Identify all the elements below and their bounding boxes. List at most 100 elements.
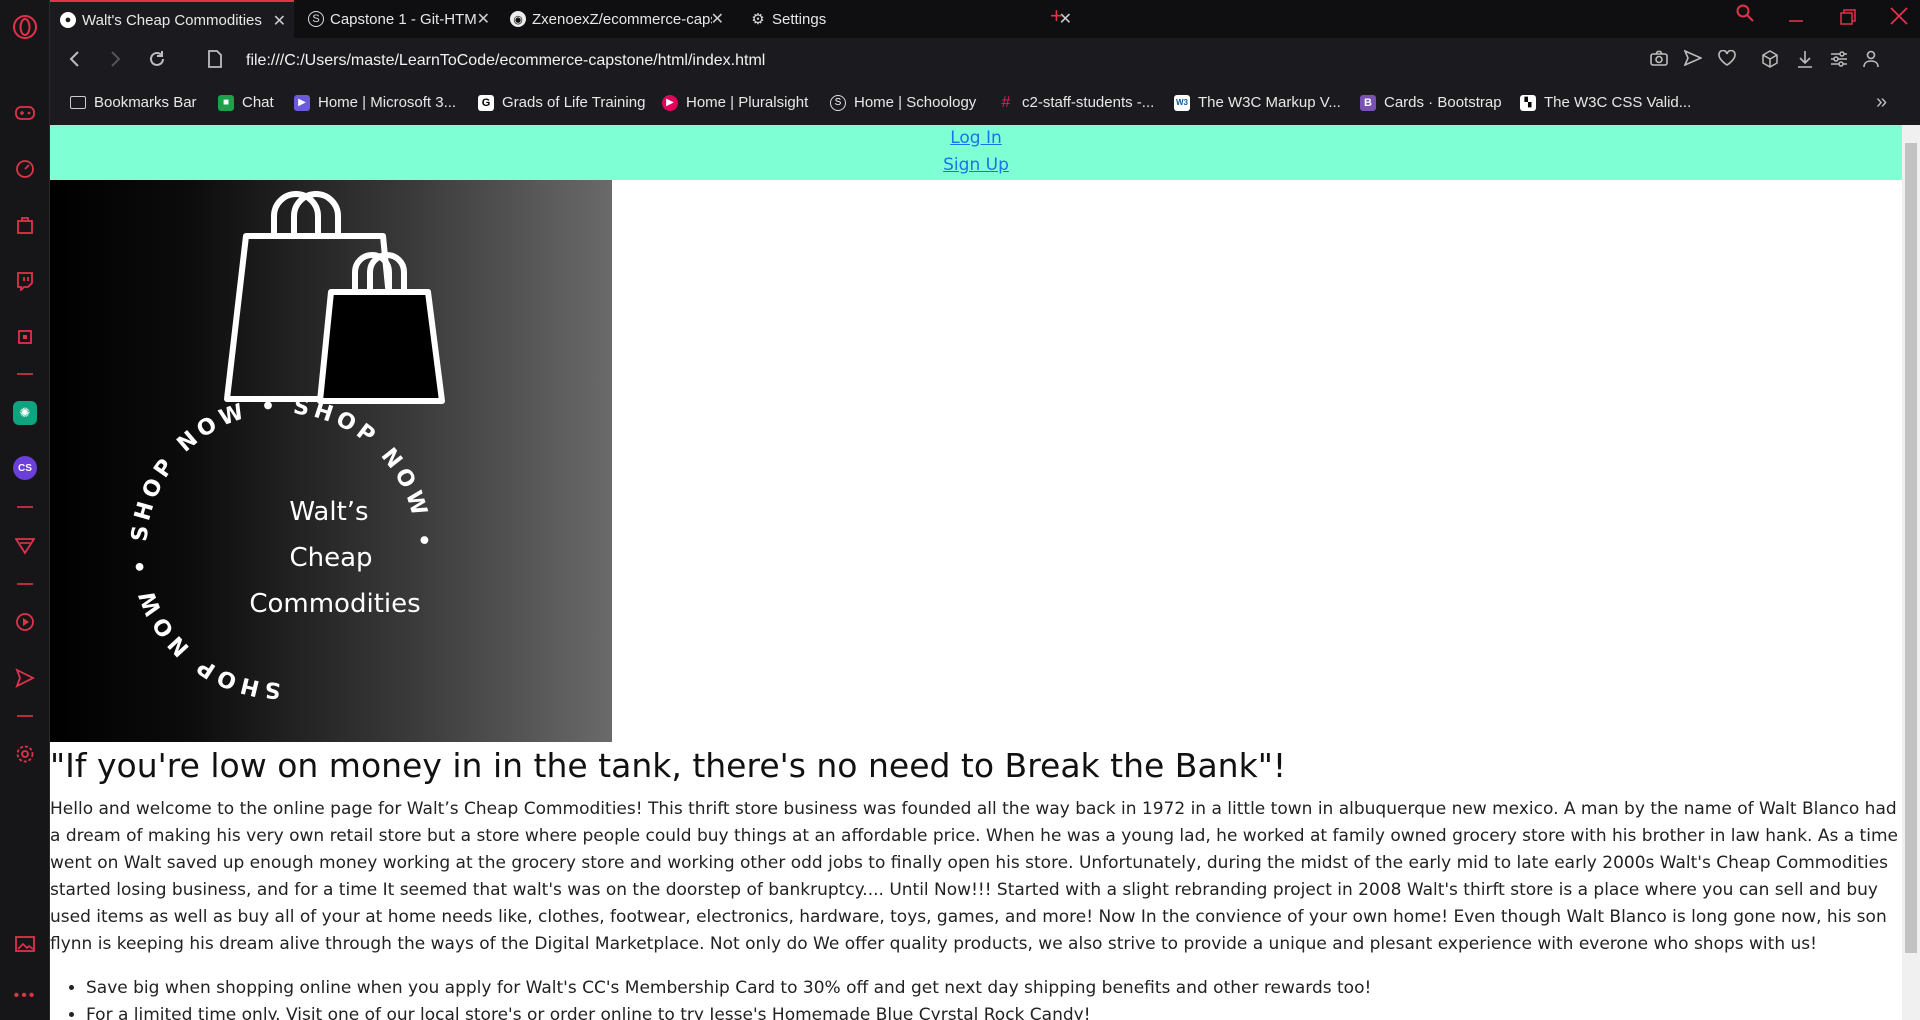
bookmark-label: Grads of Life Training (502, 94, 646, 111)
logo-ring-text: SHOP NOW • SHOP NOW • SHOP NOW • (127, 394, 435, 703)
github-icon: ◉ (510, 11, 526, 27)
sidebar-divider (17, 373, 33, 375)
forward-icon[interactable] (108, 50, 122, 74)
camera-icon[interactable] (1650, 50, 1668, 71)
chatsonic-icon[interactable]: CS (9, 452, 41, 484)
bookmark-schoology[interactable]: S Home | Schoology (830, 94, 976, 111)
bookmarks-overflow-icon[interactable]: » (1876, 91, 1887, 114)
reload-icon[interactable] (148, 50, 166, 74)
signup-link[interactable]: Sign Up (50, 152, 1902, 179)
login-link[interactable]: Log In (50, 125, 1902, 152)
sidebar-divider (17, 506, 33, 508)
tab-settings[interactable]: ⚙ Settings ✕ (740, 0, 1080, 38)
bookmark-label: Home | Pluralsight (686, 94, 809, 111)
gear-icon: ⚙ (751, 11, 765, 28)
logo-line-3: Commodities (249, 589, 420, 619)
bookmark-microsoft[interactable]: ▶ Home | Microsoft 3... (294, 94, 456, 111)
send-icon[interactable] (9, 662, 41, 694)
tab-title: Walt's Cheap Commodities (82, 11, 262, 29)
bookmark-slack[interactable]: # c2-staff-students -... (998, 93, 1155, 112)
bookmark-pluralsight[interactable]: ▶ Home | Pluralsight (662, 94, 808, 111)
scrollbar-thumb[interactable] (1905, 143, 1917, 953)
speedometer-icon[interactable] (9, 153, 41, 185)
w3c-icon: W3 (1174, 94, 1190, 111)
vivaldi-like-icon[interactable] (9, 530, 41, 562)
browser-sidebar: ✺ CS ••• (0, 0, 50, 1020)
restore-icon[interactable] (1840, 8, 1856, 31)
url-field[interactable]: file:///C:/Users/maste/LearnToCode/ecomm… (246, 52, 765, 70)
schoology-icon: S (830, 94, 846, 111)
intro-paragraph: Hello and welcome to the online page for… (50, 799, 1898, 954)
close-icon[interactable]: ✕ (477, 9, 490, 29)
list-item: Save big when shopping online when you a… (86, 975, 1371, 1002)
page-viewport: Log In Sign Up SHOP NOW • SHOP NOW • SHO… (50, 125, 1902, 1020)
globe-icon: ● (60, 12, 76, 28)
sidebar-divider (17, 583, 33, 585)
close-icon[interactable]: ✕ (711, 9, 724, 29)
list-item: For a limited time only. Visit one of ou… (86, 1002, 1371, 1020)
chatgpt-icon[interactable]: ✺ (9, 397, 41, 429)
easy-setup-icon[interactable] (1830, 50, 1848, 73)
logo-line-2: Cheap (289, 543, 372, 573)
new-tab-button[interactable]: + (1050, 3, 1063, 29)
cpu-icon[interactable] (9, 321, 41, 353)
bookmark-label: Home | Microsoft 3... (318, 94, 457, 111)
download-icon[interactable] (1796, 50, 1814, 73)
bookmark-label: Chat (242, 94, 274, 111)
top-nav: Log In Sign Up (50, 125, 1902, 180)
close-icon[interactable]: ✕ (273, 11, 286, 31)
sidebar-divider (17, 715, 33, 717)
page-headline: "If you're low on money in in the tank, … (50, 746, 1287, 785)
twitch-icon[interactable] (9, 265, 41, 297)
g-icon: G (478, 94, 494, 111)
tab-capstone[interactable]: S Capstone 1 - Git-HTML-CSS ✕ (298, 0, 498, 38)
tab-walts-cheap-commodities[interactable]: ● Walt's Cheap Commodities ✕ (50, 0, 294, 38)
tab-bar: ● Walt's Cheap Commodities ✕ S Capstone … (50, 0, 1920, 38)
bookmark-label: c2-staff-students -... (1022, 94, 1155, 111)
bookmarks-bar: Bookmarks Bar ■ Chat ▶ Home | Microsoft … (50, 86, 1920, 121)
opera-logo-icon[interactable] (9, 11, 41, 43)
bookmark-w3c-markup[interactable]: W3 The W3C Markup V... (1174, 94, 1341, 111)
folder-icon (70, 96, 86, 109)
profile-icon[interactable] (1863, 50, 1879, 73)
logo-line-1: Walt’s (289, 497, 368, 527)
store-logo-banner: SHOP NOW • SHOP NOW • SHOP NOW • Walt’s … (50, 180, 612, 742)
slack-icon: # (1001, 93, 1011, 111)
search-tabs-icon[interactable] (1736, 4, 1754, 28)
cube-icon[interactable] (1761, 50, 1779, 73)
bag-icon[interactable] (9, 209, 41, 241)
tab-title: ZxenoexZ/ecommerce-capstone (532, 10, 712, 28)
microsoft-icon: ▶ (294, 94, 310, 111)
bookmark-bookmarks-bar[interactable]: Bookmarks Bar (70, 94, 197, 111)
bookmark-label: The W3C CSS Valid... (1544, 94, 1692, 111)
bookmark-bootstrap[interactable]: B Cards · Bootstrap (1360, 94, 1502, 111)
store-logo: SHOP NOW • SHOP NOW • SHOP NOW • Walt’s … (127, 191, 445, 703)
close-window-icon[interactable] (1890, 7, 1908, 31)
file-icon (208, 50, 222, 74)
address-bar: file:///C:/Users/maste/LearnToCode/ecomm… (50, 38, 1920, 86)
tab-title: Settings (772, 10, 827, 28)
chat-icon: ■ (218, 94, 234, 111)
bookmark-label: Home | Schoology (854, 94, 977, 111)
more-icon[interactable]: ••• (9, 980, 41, 1012)
bookmark-w3c-css[interactable]: ▚ The W3C CSS Valid... (1520, 94, 1691, 111)
tab-github[interactable]: ◉ ZxenoexZ/ecommerce-capstone ✕ (500, 0, 732, 38)
back-icon[interactable] (68, 50, 82, 74)
gallery-icon[interactable] (9, 928, 41, 960)
heart-icon[interactable] (1718, 49, 1736, 71)
gamepad-icon[interactable] (9, 97, 41, 129)
player-icon[interactable] (9, 606, 41, 638)
perks-list: Save big when shopping online when you a… (50, 975, 1371, 1020)
bookmark-grads-of-life[interactable]: G Grads of Life Training (478, 94, 645, 111)
send-page-icon[interactable] (1683, 49, 1703, 71)
settings-gear-icon[interactable] (9, 738, 41, 770)
bootstrap-icon: B (1360, 94, 1376, 111)
minimize-icon[interactable] (1788, 6, 1804, 29)
bookmark-label: Cards · Bootstrap (1384, 94, 1502, 111)
bookmark-label: The W3C Markup V... (1198, 94, 1341, 111)
bookmark-chat[interactable]: ■ Chat (218, 94, 274, 111)
w3c-css-icon: ▚ (1520, 94, 1536, 111)
schoology-icon: S (308, 11, 324, 27)
page-scrollbar[interactable] (1902, 125, 1920, 1020)
tab-title: Capstone 1 - Git-HTML-CSS (330, 10, 478, 28)
